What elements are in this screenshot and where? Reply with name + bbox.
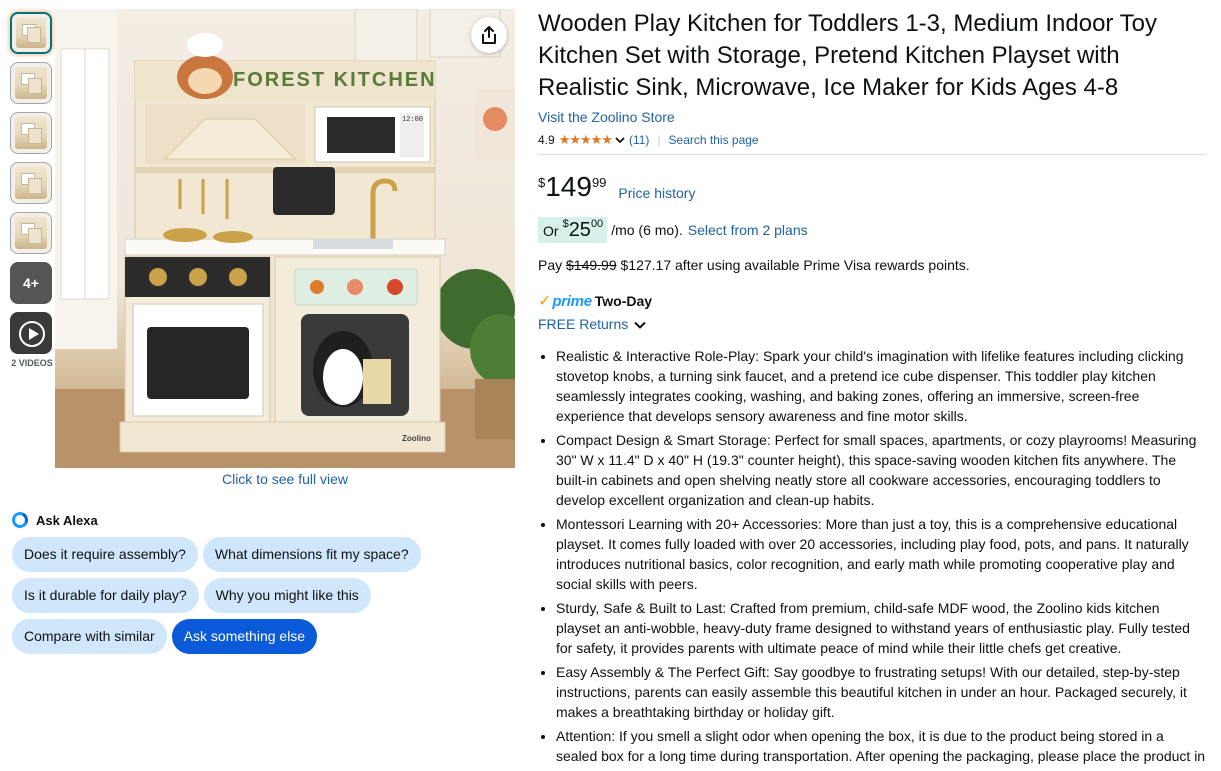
feature-bullets: Realistic & Interactive Role-Play: Spark… bbox=[538, 346, 1206, 771]
thumbnail-image-2[interactable] bbox=[10, 62, 52, 104]
price-fraction: 99 bbox=[591, 175, 607, 190]
prime-logo: prime bbox=[552, 292, 592, 310]
prime-badge: ✓ prime Two-Day bbox=[538, 291, 1208, 311]
main-product-image[interactable]: FOREST KITCHEN 12:00 Zoolino bbox=[55, 9, 515, 468]
chip-why-like[interactable]: Why you might like this bbox=[203, 578, 371, 613]
monthly-symbol: $ bbox=[562, 218, 569, 230]
rating-row: 4.9 ★★★★★ (11) | Search this page bbox=[538, 131, 1208, 149]
chip-durable[interactable]: Is it durable for daily play? bbox=[12, 578, 199, 613]
rating-count-link[interactable]: (11) bbox=[629, 133, 649, 147]
list-item: Montessori Learning with 20+ Accessories… bbox=[556, 514, 1206, 594]
star-rating-icon[interactable]: ★★★★★ bbox=[559, 132, 613, 148]
thumbnail-video[interactable] bbox=[10, 312, 52, 354]
delivery-speed: Two-Day bbox=[594, 293, 653, 309]
play-icon bbox=[19, 321, 45, 347]
pay-rest: $127.17 after using available Prime Visa… bbox=[620, 257, 970, 273]
chip-ask-something-else[interactable]: Ask something else bbox=[171, 619, 318, 654]
divider bbox=[538, 154, 1206, 155]
thumbnail-more-images[interactable]: 4+ bbox=[10, 262, 52, 304]
thumbnail-image-5[interactable] bbox=[10, 212, 52, 254]
share-icon bbox=[482, 26, 496, 44]
full-view-link[interactable]: Click to see full view bbox=[55, 471, 515, 487]
thumbnail-strip: 4+ 2 VIDEOS bbox=[10, 12, 54, 368]
list-item: Compact Design & Smart Storage: Perfect … bbox=[556, 430, 1206, 510]
ask-alexa-title: Ask Alexa bbox=[36, 512, 98, 528]
monthly-price-badge: Or $ 25 00 bbox=[538, 217, 608, 243]
separator: | bbox=[657, 133, 661, 147]
list-item: Sturdy, Safe & Built to Last: Crafted fr… bbox=[556, 598, 1206, 658]
price-symbol: $ bbox=[538, 175, 546, 190]
thumbnail-image-4[interactable] bbox=[10, 162, 52, 204]
prime-visa-offer: Pay $149.99 $127.17 after using availabl… bbox=[538, 257, 1208, 273]
clock-text: 12:00 bbox=[402, 116, 423, 124]
monthly-period: /mo (6 mo). bbox=[611, 222, 683, 238]
ask-alexa-header: Ask Alexa bbox=[9, 509, 442, 531]
more-count: 4+ bbox=[23, 275, 39, 291]
select-plans-link[interactable]: Select from 2 plans bbox=[688, 222, 808, 238]
monthly-fraction: 00 bbox=[590, 218, 604, 230]
free-returns-label: FREE Returns bbox=[538, 316, 629, 332]
free-returns-link[interactable]: FREE Returns bbox=[538, 316, 1208, 332]
search-page-link[interactable]: Search this page bbox=[669, 133, 759, 147]
store-link[interactable]: Visit the Zoolino Store bbox=[538, 109, 675, 125]
monthly-or: Or bbox=[543, 223, 559, 239]
monthly-payment: Or $ 25 00 /mo (6 mo). Select from 2 pla… bbox=[538, 216, 1208, 244]
list-item: Easy Assembly & The Perfect Gift: Say go… bbox=[556, 662, 1206, 722]
chevron-down-icon bbox=[634, 316, 646, 332]
list-item: Attention: If you smell a slight odor wh… bbox=[556, 726, 1206, 771]
suggestion-chips: Does it require assembly? What dimension… bbox=[12, 537, 442, 654]
product-title: Wooden Play Kitchen for Toddlers 1-3, Me… bbox=[538, 10, 1158, 101]
videos-count-label: 2 VIDEOS bbox=[11, 358, 53, 368]
chevron-down-icon[interactable] bbox=[615, 133, 625, 147]
original-price: $149.99 bbox=[566, 257, 617, 273]
chip-compare[interactable]: Compare with similar bbox=[12, 619, 167, 654]
price-block: $ 149 99 Price history bbox=[538, 172, 1208, 206]
monthly-whole: 25 bbox=[568, 219, 591, 241]
chip-dimensions[interactable]: What dimensions fit my space? bbox=[202, 537, 421, 572]
pay-prefix: Pay bbox=[538, 257, 563, 273]
chip-assembly[interactable]: Does it require assembly? bbox=[12, 537, 198, 572]
alexa-icon bbox=[9, 509, 31, 531]
sign-text: FOREST KITCHEN bbox=[233, 69, 437, 91]
thumbnail-image-1[interactable] bbox=[10, 12, 52, 54]
share-button[interactable] bbox=[471, 17, 507, 53]
brand-text: Zoolino bbox=[402, 434, 431, 443]
price-history-link[interactable]: Price history bbox=[618, 185, 695, 201]
list-item: Realistic & Interactive Role-Play: Spark… bbox=[556, 346, 1206, 426]
prime-check-icon: ✓ bbox=[538, 293, 552, 310]
price-whole: 149 bbox=[545, 171, 592, 202]
thumbnail-image-3[interactable] bbox=[10, 112, 52, 154]
rating-value: 4.9 bbox=[538, 133, 555, 147]
product-info: Wooden Play Kitchen for Toddlers 1-3, Me… bbox=[538, 8, 1208, 771]
ask-alexa-panel: Ask Alexa Does it require assembly? What… bbox=[9, 509, 442, 654]
